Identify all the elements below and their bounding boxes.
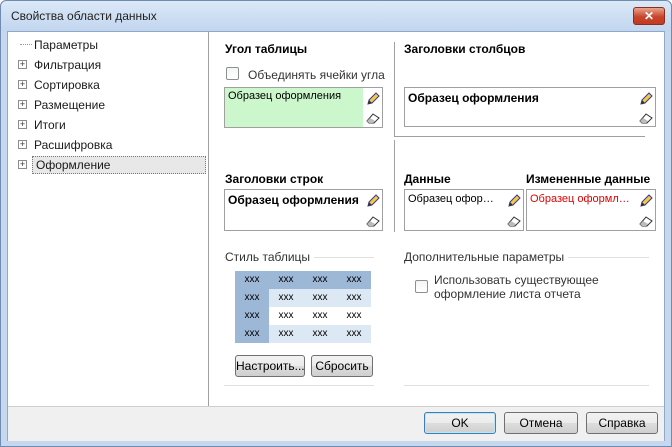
- style-cell: xxx: [269, 289, 303, 307]
- edit-pencil-icon[interactable]: [365, 91, 381, 107]
- col-headers-sample-text: Образец оформления: [408, 91, 539, 105]
- row-headers-sample-text: Образец оформления: [228, 193, 359, 207]
- corner-sample-text: Образец оформления: [228, 90, 342, 102]
- style-cell: xxx: [303, 307, 337, 325]
- use-existing-format-checkbox[interactable]: [415, 280, 428, 293]
- corner-title: Угол таблицы: [225, 42, 308, 56]
- col-headers-title: Заголовки столбцов: [404, 42, 526, 56]
- data-title: Данные: [404, 172, 451, 186]
- tree-item-sorting[interactable]: + Сортировка: [8, 76, 209, 94]
- table-style-title: Стиль таблицы: [225, 250, 315, 264]
- style-cell: xxx: [337, 271, 371, 289]
- reset-style-button[interactable]: Сбросить: [311, 355, 373, 377]
- edit-pencil-icon[interactable]: [638, 193, 654, 209]
- use-existing-format-label-line2: оформление листа отчета: [434, 287, 581, 301]
- dialog-window: Свойства области данных ✕ Параметры + Фи…: [0, 0, 672, 447]
- eraser-icon[interactable]: [365, 214, 381, 228]
- style-cell: xxx: [235, 325, 269, 343]
- tree-item-filtering[interactable]: + Фильтрация: [8, 56, 209, 74]
- expand-icon[interactable]: +: [18, 100, 27, 109]
- tree-item-placement[interactable]: + Размещение: [8, 96, 209, 114]
- edit-pencil-icon[interactable]: [638, 91, 654, 107]
- changed-data-title: Измененные данные: [526, 172, 651, 186]
- style-cell: xxx: [235, 307, 269, 325]
- data-sample-text: Образец оформления: [408, 193, 500, 205]
- tree-item-totals[interactable]: + Итоги: [8, 116, 209, 134]
- style-cell: xxx: [269, 307, 303, 325]
- expand-icon[interactable]: +: [18, 160, 27, 169]
- expand-icon[interactable]: +: [18, 120, 27, 129]
- expand-icon[interactable]: +: [18, 80, 27, 89]
- style-cell: xxx: [303, 271, 337, 289]
- row-headers-title: Заголовки строк: [225, 172, 324, 186]
- divider: [404, 385, 649, 386]
- style-cell: xxx: [337, 325, 371, 343]
- changed-data-sample: Образец оформления: [526, 189, 656, 231]
- style-cell: xxx: [337, 307, 371, 325]
- style-cell: xxx: [303, 325, 337, 343]
- style-cell: xxx: [235, 271, 269, 289]
- divider: [224, 385, 374, 386]
- edit-pencil-icon[interactable]: [506, 193, 522, 209]
- cancel-button[interactable]: Отмена: [504, 412, 578, 434]
- merge-corner-checkbox[interactable]: [226, 67, 239, 80]
- eraser-icon[interactable]: [506, 214, 522, 228]
- divider: [394, 140, 395, 232]
- settings-tree: Параметры + Фильтрация + Сортировка + Ра…: [8, 32, 209, 406]
- appearance-panel: Угол таблицы Объединять ячейки угла Обра…: [210, 32, 665, 406]
- tree-item-label: Итоги: [34, 118, 66, 132]
- tree-item-drilldown[interactable]: + Расшифровка: [8, 136, 209, 154]
- tree-item-label: Размещение: [34, 98, 105, 112]
- use-existing-format-label-line1: Использовать существующее: [434, 273, 599, 287]
- divider: [395, 136, 645, 137]
- style-cell: xxx: [303, 289, 337, 307]
- style-cell: xxx: [269, 271, 303, 289]
- expand-icon[interactable]: +: [18, 140, 27, 149]
- table-style-preview[interactable]: xxx xxx xxx xxx xxx xxx xxx xxx xxx xxx …: [235, 271, 373, 343]
- dialog-footer: OK Отмена Справка: [8, 406, 664, 441]
- tree-item-label: Фильтрация: [34, 58, 102, 72]
- expand-icon[interactable]: +: [18, 60, 27, 69]
- data-sample: Образец оформления: [404, 189, 524, 231]
- tree-item-label: Расшифровка: [34, 138, 113, 152]
- style-cell: xxx: [337, 289, 371, 307]
- extra-params-title: Дополнительные параметры: [404, 250, 569, 264]
- help-button[interactable]: Справка: [586, 412, 658, 434]
- close-button[interactable]: ✕: [633, 7, 665, 25]
- ok-button[interactable]: OK: [424, 412, 496, 434]
- tree-item-parameters[interactable]: Параметры: [8, 36, 209, 54]
- dialog-client: Параметры + Фильтрация + Сортировка + Ра…: [7, 31, 665, 441]
- tree-line: [20, 44, 32, 45]
- tree-item-appearance[interactable]: + Оформление: [8, 156, 209, 174]
- divider: [394, 42, 395, 137]
- row-headers-sample: Образец оформления: [224, 189, 383, 231]
- eraser-icon[interactable]: [638, 111, 654, 125]
- eraser-icon[interactable]: [638, 214, 654, 228]
- col-headers-sample: Образец оформления: [404, 87, 656, 127]
- style-cell: xxx: [235, 289, 269, 307]
- title-bar[interactable]: Свойства области данных ✕: [1, 1, 671, 31]
- corner-sample: Образец оформления: [224, 87, 383, 128]
- edit-pencil-icon[interactable]: [365, 193, 381, 209]
- eraser-icon[interactable]: [365, 111, 381, 125]
- merge-corner-label: Объединять ячейки угла: [248, 68, 385, 82]
- style-cell: xxx: [269, 325, 303, 343]
- window-title: Свойства области данных: [11, 9, 157, 23]
- tree-item-label: Оформление: [32, 156, 206, 174]
- changed-data-sample-text: Образец оформления: [530, 193, 630, 205]
- tree-item-label: Сортировка: [34, 78, 100, 92]
- setup-style-button[interactable]: Настроить...: [235, 355, 305, 377]
- tree-item-label: Параметры: [34, 38, 98, 52]
